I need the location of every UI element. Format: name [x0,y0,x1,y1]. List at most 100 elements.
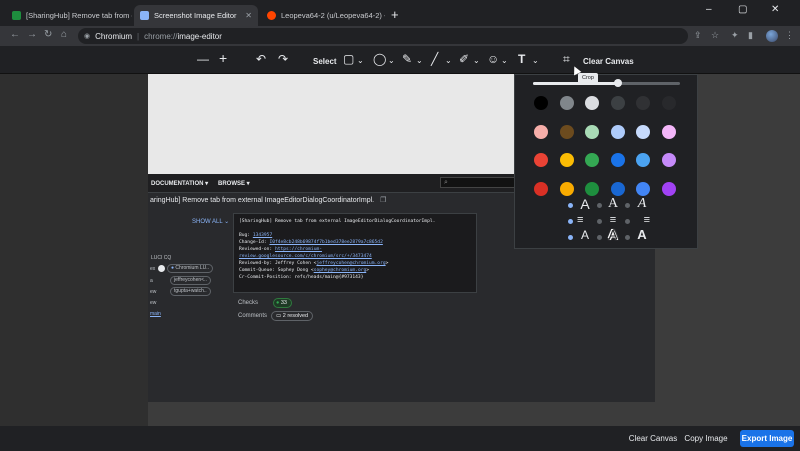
screenshot-change-title: aringHub] Remove tab from external Image… [150,197,387,204]
color-swatch[interactable] [585,96,599,110]
url-scheme: chrome:// [144,31,178,41]
commit-reviewed-on-url: review.googlesource.com/c/chromium/src/+… [239,254,372,259]
close-icon[interactable]: ✕ [241,11,252,20]
color-swatch[interactable] [661,153,676,167]
chevron-down-icon[interactable]: ⌄ [416,54,423,68]
style-plain-option[interactable]: A [577,228,593,242]
side-panel-icon[interactable]: ▮ [748,30,753,41]
text-tool-icon[interactable]: T [518,52,525,66]
color-swatch[interactable] [585,124,599,139]
line-tool-icon[interactable]: ╱ [431,52,438,66]
clear-canvas-top-button[interactable]: Clear Canvas [583,55,634,69]
chevron-down-icon[interactable]: ⌄ [532,54,539,68]
crop-tool-icon[interactable]: ⌗ [563,52,570,66]
minimize-button[interactable]: – [706,4,712,15]
new-tab-button[interactable]: + [391,7,399,22]
forward-arrow-icon[interactable]: → [27,29,37,40]
zoom-out-button[interactable]: — [197,52,209,66]
color-swatch[interactable] [610,153,625,167]
align-option-radio[interactable] [625,219,630,224]
tab-screenshot-image-editor[interactable]: Screenshot Image Editor ✕ [134,5,258,26]
chevron-down-icon[interactable]: ⌄ [357,54,364,68]
share-icon[interactable]: ⇪ [694,30,702,41]
font-option-radio[interactable] [625,203,630,208]
reload-icon[interactable]: ↻ [44,29,52,40]
clear-canvas-button[interactable]: Clear Canvas [625,430,681,447]
color-swatch[interactable] [610,96,625,110]
style-outline-option[interactable]: A [605,228,621,242]
menu-kebab-icon[interactable]: ⋮ [785,30,794,41]
color-swatch[interactable] [585,153,599,167]
comments-badge: ▭ 2 resolved [271,311,314,321]
commit-bug: Bug: 1343957 [239,233,273,238]
font-option-radio[interactable] [597,203,602,208]
align-option-radio[interactable] [568,219,573,224]
site-label: Chromium [95,31,133,41]
reviewer-chip-chromium: ● Chromium LU.. [167,264,214,273]
canvas-left-margin [0,74,148,426]
color-swatch[interactable] [534,96,548,110]
checks-label: Checks [238,300,259,306]
color-swatch[interactable] [610,181,625,196]
style-bold-option[interactable]: A [634,228,650,242]
align-center-icon[interactable]: ≡ [605,213,621,227]
chevron-down-icon[interactable]: ⌄ [501,54,508,68]
align-left-icon[interactable]: ≡ [577,213,593,227]
font-serif-option[interactable]: A [605,197,621,211]
redo-button[interactable]: ↷ [278,52,288,66]
rectangle-tool-icon[interactable]: ▢ [343,52,354,66]
tab-sharinghub[interactable]: [SharingHub] Remove tab from e ✕ [6,5,132,26]
color-swatch[interactable] [534,124,548,139]
style-option-radio[interactable] [597,235,602,240]
color-swatch[interactable] [661,96,676,110]
color-swatch[interactable] [534,153,548,167]
back-arrow-icon[interactable]: ← [10,29,20,40]
font-italic-option[interactable]: A [634,197,650,211]
chevron-down-icon[interactable]: ⌄ [388,54,395,68]
chevron-down-icon[interactable]: ⌄ [473,54,480,68]
font-option-radio[interactable] [568,203,573,208]
color-swatch[interactable] [661,124,676,139]
color-swatch[interactable] [559,181,574,196]
address-bar[interactable]: ◉ Chromium | chrome:// image-editor [78,28,688,44]
color-swatch[interactable] [636,124,650,139]
extensions-puzzle-icon[interactable]: ✦ [731,30,739,41]
color-swatch[interactable] [585,181,599,196]
color-swatch[interactable] [610,124,625,139]
align-right-icon[interactable]: ≡ [634,213,650,227]
font-sans-option[interactable]: A [577,197,593,211]
color-swatch[interactable] [559,153,574,167]
home-icon[interactable]: ⌂ [61,29,67,40]
color-swatch[interactable] [636,153,650,167]
color-swatch[interactable] [636,96,650,110]
color-swatch[interactable] [534,181,548,196]
maximize-button[interactable]: ▢ [738,4,747,15]
ellipse-tool-icon[interactable]: ◯ [373,52,386,66]
export-image-button[interactable]: Export Image [740,430,794,447]
bookmark-star-icon[interactable]: ☆ [711,30,719,41]
color-swatch[interactable] [559,96,574,110]
highlighter-tool-icon[interactable]: ✐ [459,52,469,66]
luci-label: LUCI CQ [151,255,172,261]
align-option-radio[interactable] [597,219,602,224]
zoom-in-button[interactable]: + [219,51,227,65]
color-swatch[interactable] [559,124,574,139]
style-option-radio[interactable] [568,235,573,240]
chromium-logo-icon: ◉ [84,33,91,40]
close-window-button[interactable]: ✕ [771,4,779,15]
undo-button[interactable]: ↶ [256,52,266,66]
select-button[interactable]: Select [313,55,337,69]
reviewer-chip-jeffrey: jeffreycohen<.. [170,276,211,285]
pen-tool-icon[interactable]: ✎ [402,52,412,66]
color-swatch[interactable] [636,181,650,196]
page-favicon-icon [12,11,21,20]
tab-leopeva[interactable]: Leopeva64-2 (u/Leopeva64-2) - R ✕ [261,5,385,26]
style-option-radio[interactable] [625,235,630,240]
emoji-tool-icon[interactable]: ☺ [487,52,499,66]
copy-image-button[interactable]: Copy Image [682,430,730,447]
commit-reviewed-on: Reviewed-on: https://chromium- [239,247,322,252]
profile-avatar[interactable] [766,30,778,42]
editor-toolbar: — + ↶ ↷ Select ▢ ⌄ ◯ ⌄ ✎ ⌄ ╱ ⌄ ✐ ⌄ ☺ ⌄ T… [0,46,800,74]
color-swatch[interactable] [661,181,676,196]
chevron-down-icon[interactable]: ⌄ [445,54,452,68]
